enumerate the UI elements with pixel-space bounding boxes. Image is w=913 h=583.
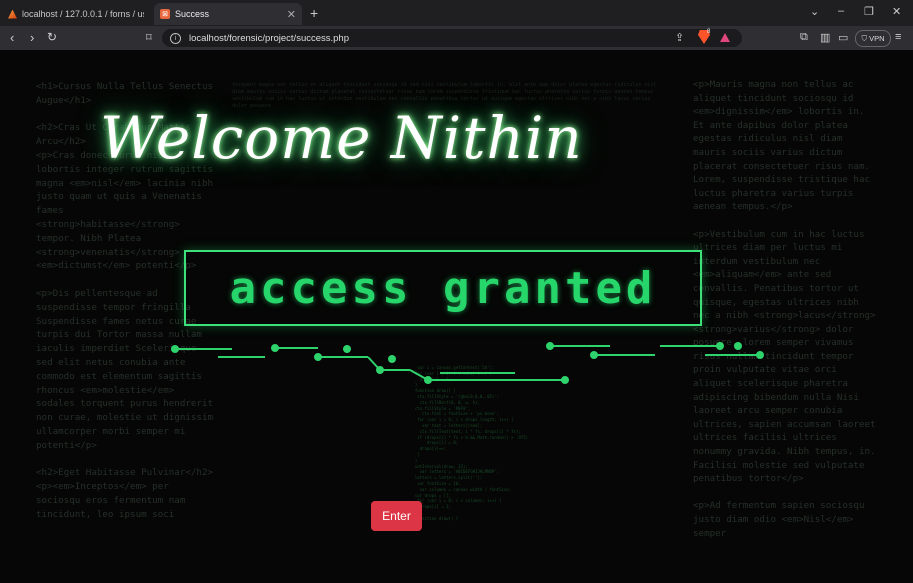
extensions-icon[interactable]: ⧉ <box>800 31 808 44</box>
tab-phpmyadmin[interactable]: localhost / 127.0.0.1 / forns / users <box>2 3 150 25</box>
brave-rewards-icon[interactable] <box>720 33 730 42</box>
access-granted-text: access granted <box>229 262 657 314</box>
forward-icon[interactable]: › <box>30 30 34 45</box>
back-icon[interactable]: ‹ <box>10 30 14 45</box>
browser-toolbar: ‹ › ↻ ⌑ i localhost/forensic/project/suc… <box>0 26 913 50</box>
reload-icon[interactable]: ↻ <box>47 30 57 44</box>
vpn-label: VPN <box>869 34 885 43</box>
vpn-button[interactable]: ⛉ VPN <box>855 30 891 47</box>
tab-title: Success <box>175 9 210 19</box>
site-info-icon[interactable]: i <box>170 32 181 44</box>
tab-bar: localhost / 127.0.0.1 / forns / users ⊠ … <box>0 0 913 26</box>
page-viewport: <h1>Cursus Nulla Tellus Senectus Augue</… <box>0 50 913 583</box>
url-text: localhost/forensic/project/success.php <box>189 32 349 44</box>
brave-badge: 8 <box>707 29 711 35</box>
bookmark-icon[interactable]: ⌑ <box>146 31 152 44</box>
phpmyadmin-icon <box>8 9 17 19</box>
share-icon[interactable]: ⇪ <box>675 31 684 44</box>
close-window-icon[interactable]: ✕ <box>892 5 901 18</box>
address-bar[interactable]: i localhost/forensic/project/success.php <box>162 29 742 47</box>
tab-title: localhost / 127.0.0.1 / forns / users <box>22 9 144 19</box>
sidebar-icon[interactable]: ▥ <box>820 31 830 44</box>
restore-icon[interactable]: ❐ <box>864 5 874 18</box>
access-granted-box: access granted <box>184 250 702 326</box>
xampp-icon: ⊠ <box>160 9 170 19</box>
tab-success[interactable]: ⊠ Success ✕ <box>154 3 302 25</box>
shield-icon: ⛉ <box>861 33 868 43</box>
new-tab-icon[interactable]: + <box>310 5 318 21</box>
enter-button[interactable]: Enter <box>371 501 422 531</box>
welcome-heading: Welcome Nithin <box>100 104 583 172</box>
tab-list-icon[interactable]: ⌄ <box>810 5 819 18</box>
menu-icon[interactable]: ≡ <box>895 31 901 43</box>
minimize-icon[interactable]: – <box>838 5 844 17</box>
wallet-icon[interactable]: ▭ <box>838 31 848 44</box>
close-tab-icon[interactable]: ✕ <box>287 8 296 21</box>
